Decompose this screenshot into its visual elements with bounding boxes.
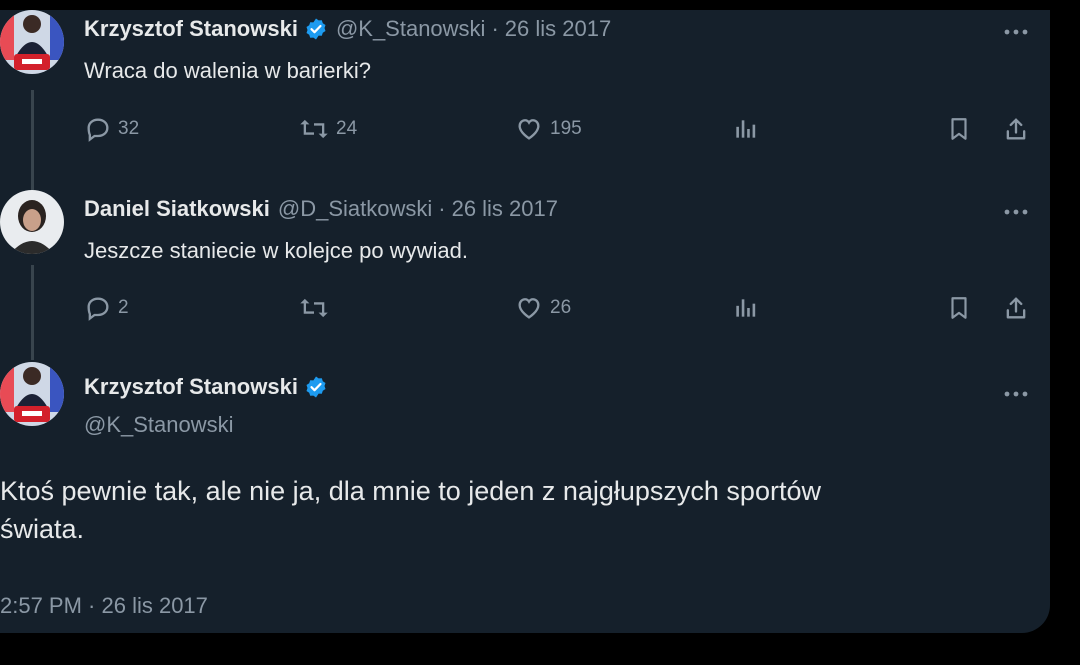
- tweet-header: Daniel Siatkowski @D_Siatkowski · 26 lis…: [84, 196, 558, 222]
- retweet-button[interactable]: 24: [298, 114, 357, 144]
- author-handle[interactable]: @D_Siatkowski: [278, 196, 432, 222]
- like-icon: [518, 119, 540, 140]
- main-tweet-text-line: świata.: [0, 514, 85, 544]
- tweet-header: Krzysztof Stanowski @K_Stanowski · 26 li…: [84, 16, 611, 42]
- more-icon[interactable]: [1000, 384, 1032, 404]
- bookmark-icon: [951, 118, 967, 140]
- reply-count: 2: [118, 297, 129, 318]
- tweet-text: Jeszcze staniecie w kolejce po wywiad.: [84, 238, 468, 263]
- bookmark-icon: [951, 297, 967, 319]
- separator: ·: [438, 196, 446, 221]
- bookmark-button[interactable]: [946, 293, 972, 323]
- tweet-text: Wraca do walenia w barierki?: [84, 58, 371, 83]
- author-handle[interactable]: @K_Stanowski: [84, 412, 234, 438]
- reply-icon: [87, 118, 109, 142]
- avatar[interactable]: [0, 10, 64, 74]
- reply-count: 32: [118, 118, 140, 139]
- author-name[interactable]: Krzysztof Stanowski: [84, 374, 298, 400]
- like-icon: [518, 298, 540, 319]
- tweet-date[interactable]: 26 lis 2017: [505, 16, 611, 42]
- verified-badge-icon: [306, 376, 326, 398]
- like-button[interactable]: 195: [514, 114, 582, 144]
- reply-button[interactable]: 32: [84, 114, 139, 144]
- author-name[interactable]: Daniel Siatkowski: [84, 196, 270, 222]
- retweet-icon: [300, 119, 328, 139]
- tweet-date[interactable]: 26 lis 2017: [452, 196, 558, 222]
- share-button[interactable]: [1002, 114, 1030, 144]
- action-bar: 2 26: [84, 293, 1044, 323]
- tweet-thread-card: Krzysztof Stanowski @K_Stanowski · 26 li…: [0, 10, 1050, 633]
- like-count: 195: [550, 118, 582, 139]
- tweet-timestamp[interactable]: 2:57 PM · 26 lis 2017: [0, 593, 208, 619]
- more-icon[interactable]: [1000, 202, 1032, 222]
- verified-badge-icon: [306, 18, 326, 40]
- more-icon[interactable]: [1000, 22, 1032, 42]
- action-bar: 32 24 195: [84, 114, 1044, 144]
- retweet-count: 24: [336, 118, 358, 139]
- bookmark-button[interactable]: [946, 114, 972, 144]
- tweet-header: Krzysztof Stanowski: [84, 374, 336, 400]
- author-name[interactable]: Krzysztof Stanowski: [84, 16, 298, 42]
- analytics-button[interactable]: [732, 114, 758, 144]
- reply-icon: [87, 297, 109, 321]
- reply-button[interactable]: 2: [84, 293, 129, 323]
- avatar[interactable]: [0, 362, 64, 426]
- main-tweet-text-line: Ktoś pewnie tak, ale nie ja, dla mnie to…: [0, 476, 821, 506]
- analytics-icon: [736, 120, 756, 138]
- thread-line: [31, 90, 34, 190]
- separator: ·: [491, 16, 499, 41]
- analytics-button[interactable]: [732, 293, 758, 323]
- share-button[interactable]: [1002, 293, 1030, 323]
- author-handle[interactable]: @K_Stanowski: [336, 16, 486, 42]
- avatar[interactable]: [0, 190, 64, 254]
- like-count: 26: [550, 297, 572, 318]
- thread-line: [31, 265, 34, 360]
- retweet-icon: [300, 298, 328, 318]
- like-button[interactable]: 26: [514, 293, 571, 323]
- main-tweet-text: Ktoś pewnie tak, ale nie ja, dla mnie to…: [0, 472, 1010, 548]
- share-icon: [1006, 118, 1026, 140]
- share-icon: [1006, 297, 1026, 319]
- retweet-button[interactable]: [298, 293, 336, 323]
- analytics-icon: [736, 299, 756, 317]
